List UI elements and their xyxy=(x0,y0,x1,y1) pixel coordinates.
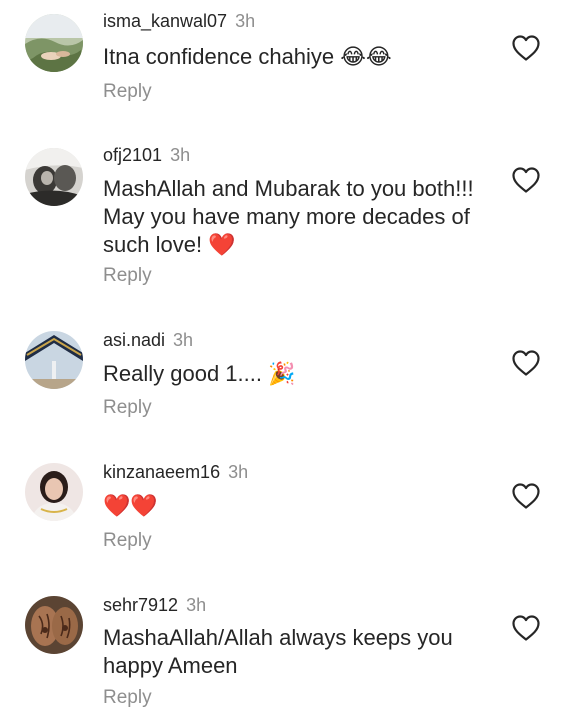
heart-outline-icon xyxy=(512,483,540,509)
avatar-photo-icon xyxy=(25,148,83,206)
avatar[interactable] xyxy=(25,331,83,389)
reply-button[interactable]: Reply xyxy=(103,265,152,287)
reply-button[interactable]: Reply xyxy=(103,687,152,709)
avatar-photo-icon xyxy=(25,14,83,72)
avatar[interactable] xyxy=(25,463,83,521)
username[interactable]: kinzanaeem16 xyxy=(103,462,220,482)
username[interactable]: sehr7912 xyxy=(103,595,178,615)
timestamp: 3h xyxy=(235,11,256,31)
avatar[interactable] xyxy=(25,148,83,206)
timestamp: 3h xyxy=(170,145,191,165)
comment-text: MashAllah and Mubarak to you both!!! May… xyxy=(103,176,474,257)
timestamp: 3h xyxy=(186,595,207,615)
like-button[interactable] xyxy=(511,349,541,377)
avatar[interactable] xyxy=(25,14,83,72)
reply-button[interactable]: Reply xyxy=(103,397,152,419)
comment-text: Itna confidence chahiye 😂😂 xyxy=(103,44,392,69)
username[interactable]: ofj2101 xyxy=(103,145,162,165)
username[interactable]: isma_kanwal07 xyxy=(103,11,227,31)
avatar[interactable] xyxy=(25,596,83,654)
reply-button[interactable]: Reply xyxy=(103,530,152,552)
like-button[interactable] xyxy=(511,614,541,642)
avatar-photo-icon xyxy=(25,331,83,389)
heart-outline-icon xyxy=(512,350,540,376)
comment-meta: kinzanaeem16 3h xyxy=(103,461,248,483)
comment-meta: isma_kanwal07 3h xyxy=(103,10,255,32)
reply-button[interactable]: Reply xyxy=(103,81,152,103)
timestamp: 3h xyxy=(228,462,249,482)
comment-meta: asi.nadi 3h xyxy=(103,329,193,351)
heart-outline-icon xyxy=(512,35,540,61)
like-button[interactable] xyxy=(511,166,541,194)
like-button[interactable] xyxy=(511,482,541,510)
username[interactable]: asi.nadi xyxy=(103,330,165,350)
heart-outline-icon xyxy=(512,615,540,641)
avatar-photo-icon xyxy=(25,596,83,654)
timestamp: 3h xyxy=(173,330,194,350)
comment-text: Really good 1.... 🎉 xyxy=(103,361,296,386)
heart-outline-icon xyxy=(512,167,540,193)
comment-text: ❤️❤️ xyxy=(103,493,158,518)
like-button[interactable] xyxy=(511,34,541,62)
comment-text: MashaAllah/Allah always keeps you happy … xyxy=(103,625,453,678)
avatar-photo-icon xyxy=(25,463,83,521)
comment-meta: sehr7912 3h xyxy=(103,594,206,616)
comment-meta: ofj2101 3h xyxy=(103,144,190,166)
